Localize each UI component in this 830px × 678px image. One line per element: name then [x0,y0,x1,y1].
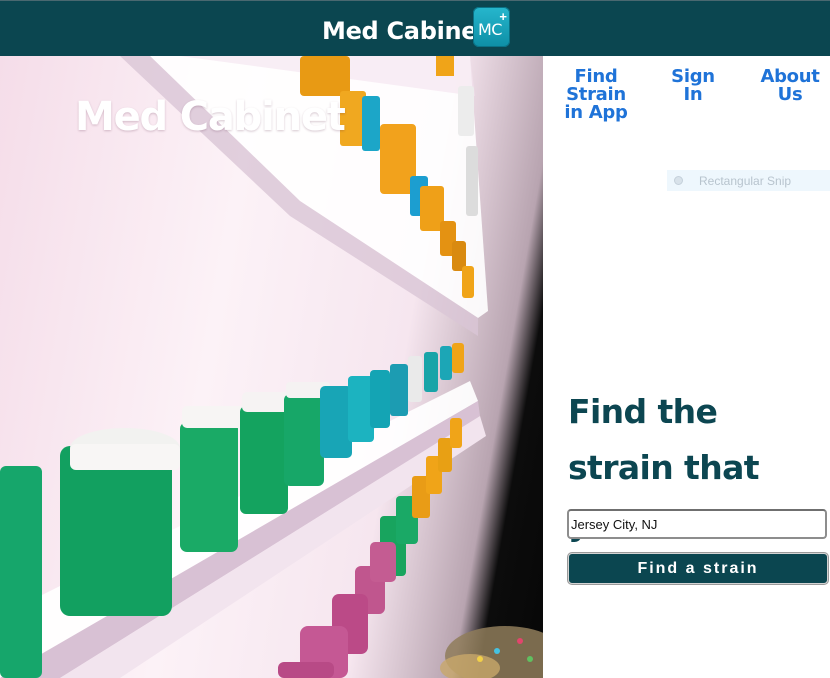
snip-mode-label: Rectangular Snip [699,174,792,188]
pill-bottle-shelves-illustration [0,56,543,678]
nav-find-strain-in-app[interactable]: Find Strain in App [558,68,634,122]
mc-logo-icon[interactable]: MC + [473,7,510,47]
rectangular-snip-overlay[interactable]: Rectangular Snip [667,170,830,191]
site-title[interactable]: Med Cabinet [322,17,489,45]
hero-title: Med Cabinet [75,94,346,140]
location-input[interactable] [567,509,827,539]
find-strain-button[interactable]: Find a strain [568,553,828,584]
snip-mode-icon [674,176,683,185]
nav-sign-in[interactable]: Sign In [660,68,726,104]
logo-text: MC [478,20,502,39]
hero-image: Med Cabinet [0,56,543,678]
header-bar: Med Cabinet MC + [0,0,830,56]
logo-plus-badge: + [499,9,507,24]
nav-about-us[interactable]: About Us [750,68,830,104]
